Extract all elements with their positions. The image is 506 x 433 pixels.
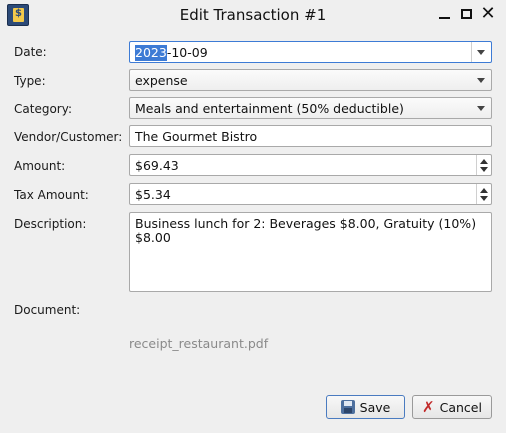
save-label: Save [359,399,391,415]
spin-down-icon[interactable] [480,167,488,172]
category-value: Meals and entertainment (50% deductible) [135,101,404,116]
type-value: expense [135,73,188,88]
maximize-icon [460,9,472,19]
category-dropdown[interactable]: Meals and entertainment (50% deductible) [129,97,492,119]
save-button[interactable]: Save [326,395,405,419]
document-filename[interactable]: receipt_restaurant.pdf [129,336,268,351]
minimize-icon [438,17,450,19]
date-label: Date: [14,45,47,59]
chevron-down-icon [477,106,485,111]
chevron-down-icon [477,78,485,83]
title-bar: Edit Transaction #1 ✕ [0,0,506,30]
description-label: Description: [14,217,87,231]
date-rest-text: -10-09 [166,45,208,60]
amount-label: Amount: [14,159,66,173]
spin-up-icon[interactable] [480,188,488,193]
cancel-button[interactable]: ✗ Cancel [412,395,492,419]
spin-up-icon[interactable] [480,159,488,164]
close-button[interactable]: ✕ [480,3,496,24]
spin-down-icon[interactable] [480,196,488,201]
date-value: 2023-10-09 [135,45,208,61]
document-label: Document: [14,303,81,317]
chevron-down-icon[interactable] [477,50,485,55]
window-title: Edit Transaction #1 [179,6,327,24]
close-icon: ✕ [480,3,496,24]
type-label: Type: [14,74,46,88]
maximize-button[interactable] [458,6,474,22]
date-field[interactable]: 2023-10-09 [129,41,492,63]
vendor-value: The Gourmet Bistro [135,129,258,144]
minimize-button[interactable] [436,6,452,22]
description-textarea[interactable]: Business lunch for 2: Beverages $8.00, G… [129,212,492,292]
cancel-label: Cancel [439,399,482,415]
vendor-label: Vendor/Customer: [14,130,123,144]
tax-amount-spinbox[interactable]: $5.34 [129,183,492,205]
description-value: Business lunch for 2: Beverages $8.00, G… [135,216,477,245]
date-selected-text: 2023 [135,45,167,61]
amount-value: $69.43 [135,158,179,173]
type-dropdown[interactable]: expense [129,69,492,91]
tax-amount-label: Tax Amount: [14,188,89,202]
save-icon [340,400,355,414]
tax-amount-value: $5.34 [135,187,171,202]
amount-spinbox[interactable]: $69.43 [129,154,492,176]
cancel-icon: ✗ [422,398,435,416]
category-label: Category: [14,102,72,116]
vendor-input[interactable]: The Gourmet Bistro [129,125,492,147]
